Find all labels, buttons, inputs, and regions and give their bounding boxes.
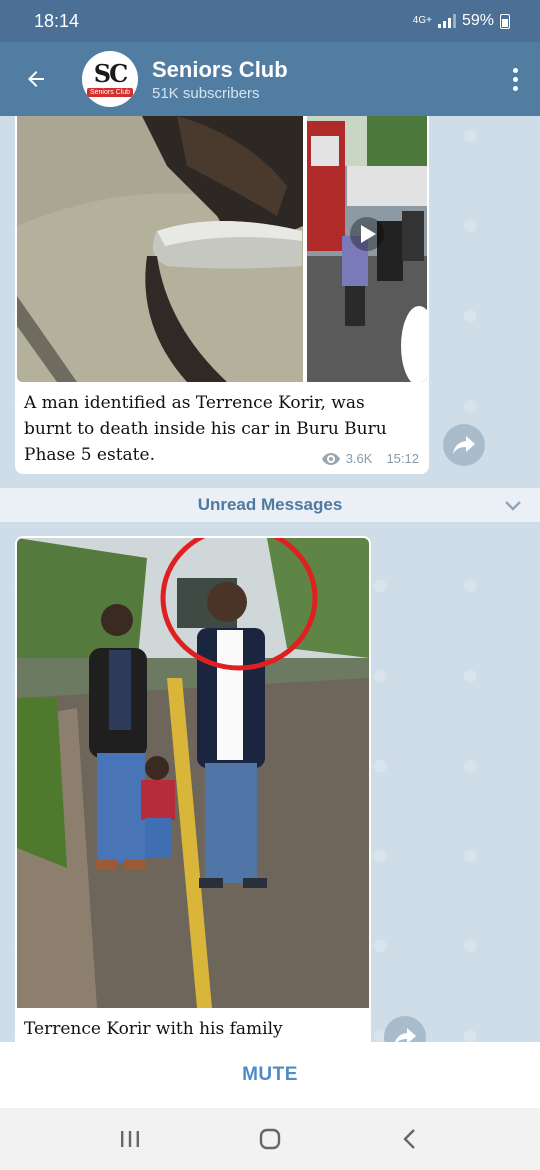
- chat-area[interactable]: A man identified as Terrence Korir, was …: [0, 116, 540, 1042]
- home-icon: [259, 1128, 281, 1150]
- chevron-down-icon[interactable]: [504, 496, 522, 514]
- message-time: 15:12: [386, 451, 419, 466]
- share-icon: [395, 1028, 416, 1042]
- arrow-back-icon: [28, 71, 44, 87]
- mute-label: MUTE: [242, 1064, 298, 1085]
- mute-button[interactable]: MUTE: [0, 1042, 540, 1108]
- status-icons: 4G+ 59%: [413, 12, 510, 30]
- recent-apps-button[interactable]: [100, 1119, 160, 1159]
- message-meta: 3.6K 15:12: [321, 451, 419, 466]
- unread-messages-divider: Unread Messages: [0, 488, 540, 522]
- battery-icon: [500, 13, 510, 29]
- recent-apps-icon: [121, 1131, 139, 1147]
- home-button[interactable]: [240, 1119, 300, 1159]
- subscriber-count: 51K subscribers: [152, 84, 260, 102]
- channel-avatar[interactable]: SC Seniors Club: [82, 51, 138, 107]
- more-vert-icon: [512, 67, 518, 73]
- battery-percent: 59%: [461, 12, 494, 29]
- status-time: 18:14: [34, 10, 80, 31]
- more-options-button[interactable]: [490, 67, 540, 91]
- avatar-tag: Seniors Club: [86, 88, 134, 97]
- channel-header: SC Seniors Club Seniors Club 51K subscri…: [0, 42, 540, 116]
- avatar-monogram: SC: [93, 59, 128, 88]
- message-bubble[interactable]: A man identified as Terrence Korir, was …: [15, 116, 429, 474]
- message-text: Terrence Korir with his family: [24, 1019, 283, 1039]
- view-count: 3.6K: [345, 451, 373, 466]
- channel-title: Seniors Club: [152, 56, 288, 82]
- crowd-video-thumbnail[interactable]: [307, 116, 427, 382]
- nav-back-icon: [403, 1129, 415, 1149]
- nav-back-button[interactable]: [380, 1119, 440, 1159]
- network-type: 4G+: [412, 15, 432, 26]
- eye-icon: [321, 452, 340, 465]
- message-bubble[interactable]: Terrence Korir with his family: [15, 536, 371, 1042]
- status-bar: 18:14 4G+ 59%: [0, 0, 540, 42]
- share-button[interactable]: [443, 424, 485, 466]
- share-icon: [453, 436, 475, 454]
- system-nav-bar: [0, 1108, 540, 1170]
- burnt-car-photo[interactable]: [17, 116, 303, 382]
- family-photo[interactable]: [17, 538, 369, 1008]
- unread-label: Unread Messages: [197, 495, 343, 514]
- signal-icon: [437, 14, 456, 28]
- back-button[interactable]: [0, 42, 72, 116]
- channel-info[interactable]: Seniors Club 51K subscribers: [152, 57, 490, 102]
- share-button[interactable]: [384, 1016, 426, 1042]
